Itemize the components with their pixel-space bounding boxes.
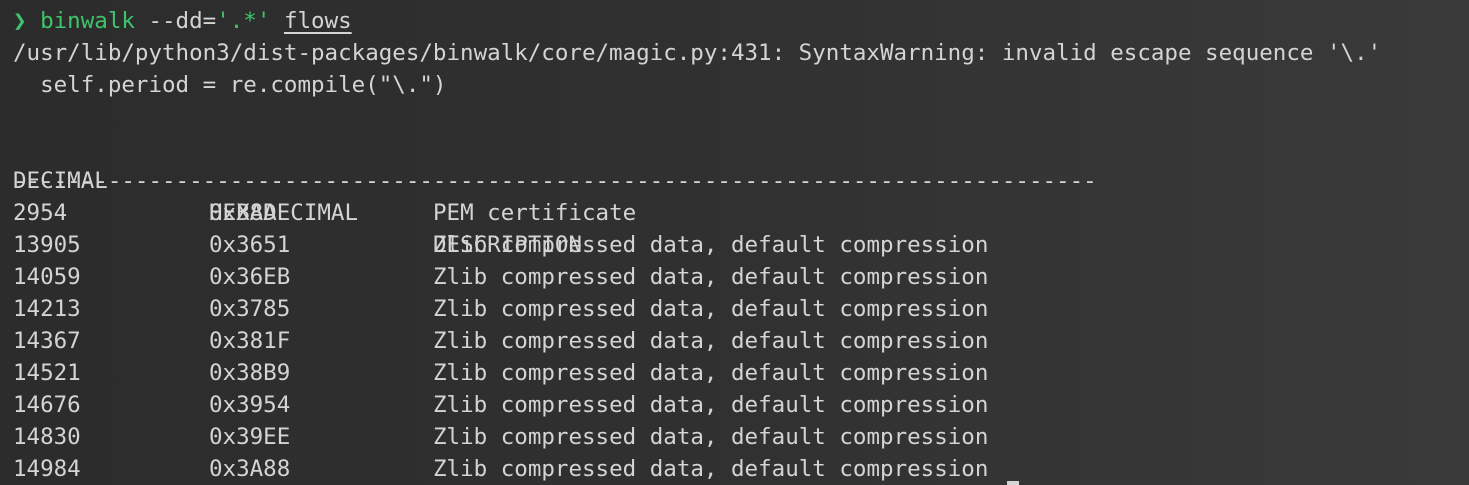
row-description: Zlib compressed data, default compressio… (433, 360, 989, 386)
row-hexadecimal: 0x39EE (209, 424, 291, 450)
row-decimal: 13905 (13, 232, 81, 258)
table-row: 14830 0x39EE Zlib compressed data, default… (13, 421, 1213, 453)
row-hexadecimal: 0x3651 (209, 232, 291, 258)
table-row: 14984 0x3A88 Zlib compressed data, default… (13, 453, 1213, 485)
warning-line-2: self.period = re.compile("\.") (13, 72, 447, 98)
table-header: DECIMAL HEXADECIMAL DESCRIPTION (13, 133, 1213, 258)
table-row: 2954 0xB8A PEM certificate (13, 197, 1213, 229)
table-row: 13905 0x3651 Zlib compressed data, default… (13, 229, 1213, 261)
row-description: Zlib compressed data, default compressio… (433, 328, 989, 354)
row-decimal: 2954 (13, 200, 68, 226)
text-cursor (1007, 481, 1019, 485)
row-hexadecimal: 0xB8A (209, 200, 277, 226)
warning-line-1: /usr/lib/python3/dist-packages/binwalk/c… (13, 40, 1382, 66)
command-pattern: '.*' (216, 8, 271, 34)
table-row: 14059 0x36EB Zlib compressed data, default… (13, 261, 1213, 293)
row-description: Zlib compressed data, default compressio… (433, 456, 989, 482)
row-description: Zlib compressed data, default compressio… (433, 264, 989, 290)
table-row: 14367 0x381F Zlib compressed data, default… (13, 325, 1213, 357)
row-decimal: 14213 (13, 296, 81, 322)
table-row: 14213 0x3785 Zlib compressed data, default… (13, 293, 1213, 325)
row-hexadecimal: 0x3A88 (209, 456, 291, 482)
row-description: Zlib compressed data, default compressio… (433, 424, 989, 450)
table-separator: ----------------------------------------… (13, 168, 1097, 194)
command-name: binwalk (40, 8, 135, 34)
table-row: 14676 0x3954 Zlib compressed data, default… (13, 389, 1213, 421)
prompt-chevron-icon: ❯ (13, 8, 27, 34)
row-description: Zlib compressed data, default compressio… (433, 232, 989, 258)
row-hexadecimal: 0x38B9 (209, 360, 291, 386)
row-decimal: 14830 (13, 424, 81, 450)
command-target-path[interactable]: flows (284, 8, 352, 34)
row-hexadecimal: 0x3785 (209, 296, 291, 322)
terminal-window[interactable]: ❯ binwalk --dd='.*' flows /usr/lib/pytho… (0, 0, 1469, 485)
row-decimal: 14521 (13, 360, 81, 386)
row-hexadecimal: 0x36EB (209, 264, 291, 290)
row-hexadecimal: 0x3954 (209, 392, 291, 418)
table-row: 14521 0x38B9 Zlib compressed data, default… (13, 357, 1213, 389)
command-flag: --dd= (148, 8, 217, 34)
row-decimal: 14367 (13, 328, 81, 354)
row-description: Zlib compressed data, default compressio… (433, 392, 989, 418)
row-decimal: 14059 (13, 264, 81, 290)
row-decimal: 14676 (13, 392, 81, 418)
row-hexadecimal: 0x381F (209, 328, 291, 354)
row-description: PEM certificate (433, 200, 637, 226)
row-decimal: 14984 (13, 456, 81, 482)
command-line: ❯ binwalk --dd='.*' flows (13, 5, 352, 37)
row-description: Zlib compressed data, default compressio… (433, 296, 989, 322)
